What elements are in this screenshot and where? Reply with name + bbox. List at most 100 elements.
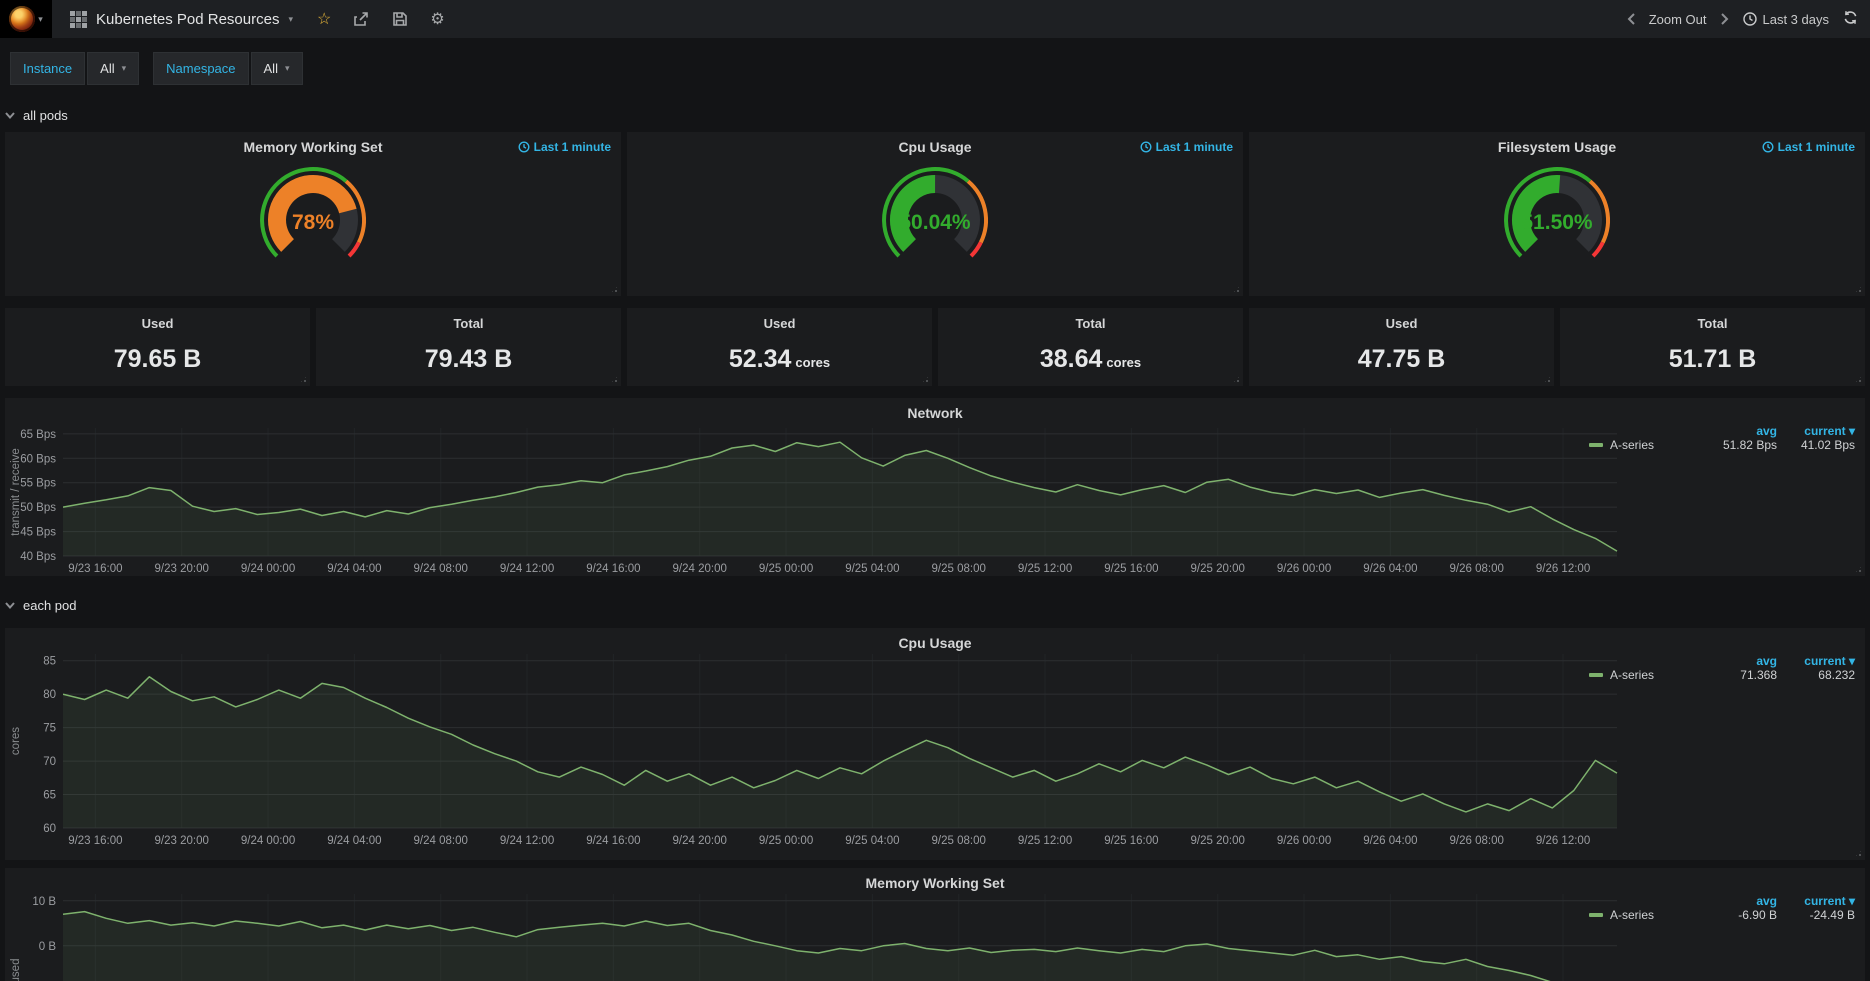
x-axis-tick-label: 9/23 16:00: [68, 563, 122, 575]
graph-legend: avgcurrent ▾A-series71.36868.232: [1589, 654, 1855, 682]
zoom-out-button[interactable]: Zoom Out: [1649, 12, 1707, 27]
stat-unit: cores: [795, 355, 830, 370]
gauge-chart: 78%: [246, 164, 380, 270]
chevron-down-icon: [5, 602, 15, 609]
panel-stat-used-2: Used52.34cores: [627, 308, 932, 386]
panel-title[interactable]: Total: [1560, 316, 1865, 331]
legend-series-toggle[interactable]: A-series: [1589, 438, 1699, 452]
y-axis-tick-label: 60 Bps: [20, 453, 56, 465]
variable-label-instance[interactable]: Instance: [10, 52, 85, 85]
star-icon[interactable]: ☆: [317, 9, 331, 29]
time-range-picker[interactable]: Last 3 days: [1743, 12, 1830, 27]
gear-icon[interactable]: ⚙: [430, 9, 444, 29]
variable-label-namespace[interactable]: Namespace: [153, 52, 248, 85]
x-axis-tick-label: 9/26 04:00: [1363, 835, 1417, 847]
variable-value-dropdown[interactable]: All▾: [251, 52, 303, 85]
x-axis-tick-label: 9/24 20:00: [673, 563, 727, 575]
panel-resize-handle[interactable]: [299, 375, 308, 384]
refresh-icon[interactable]: [1843, 10, 1858, 28]
stat-unit: cores: [1106, 355, 1141, 370]
clock-icon: [1743, 12, 1757, 26]
dashboard-grid-icon: [70, 11, 87, 28]
legend-avg-value: -6.90 B: [1699, 908, 1777, 922]
stat-number: 51.71 B: [1669, 345, 1757, 373]
gauge-chart: 50.04%: [868, 164, 1002, 270]
share-icon[interactable]: [353, 11, 370, 27]
y-axis-tick-label: 45 Bps: [20, 527, 56, 539]
panel-title[interactable]: Used: [1249, 316, 1554, 331]
series-color-swatch-icon: [1589, 443, 1603, 447]
clock-icon: [1762, 141, 1774, 153]
chevron-down-icon: ▾: [38, 14, 43, 25]
y-axis-tick-label: 65 Bps: [20, 429, 56, 441]
variable-instance: InstanceAll▾: [10, 52, 139, 85]
legend-sort-current[interactable]: current ▾: [1777, 424, 1855, 438]
x-axis-tick-label: 9/25 16:00: [1104, 563, 1158, 575]
dashboard-title-dropdown[interactable]: Kubernetes Pod Resources ▾: [52, 0, 307, 38]
y-axis-tick-label: 65: [43, 790, 56, 802]
x-axis-tick-label: 9/25 08:00: [932, 563, 986, 575]
legend-sort-avg[interactable]: avg: [1699, 654, 1777, 668]
graph-canvas: 9/23 16:009/23 20:009/24 00:009/24 04:00…: [5, 398, 1865, 576]
y-axis-tick-label: 50 Bps: [20, 502, 56, 514]
zoom-out-right-chevron[interactable]: [1721, 13, 1729, 25]
stat-value: 38.64cores: [938, 345, 1243, 374]
panel-gauge-2: Filesystem UsageLast 1 minute51.50%: [1249, 132, 1865, 296]
panel-resize-handle[interactable]: [1232, 285, 1241, 294]
panel-resize-handle[interactable]: [610, 285, 619, 294]
grafana-logo-icon: [9, 6, 35, 32]
panel-resize-handle[interactable]: [1543, 375, 1552, 384]
x-axis-tick-label: 9/24 00:00: [241, 563, 295, 575]
legend-series-row: A-series51.82 Bps41.02 Bps: [1589, 438, 1855, 452]
legend-sort-avg[interactable]: avg: [1699, 894, 1777, 908]
panel-title[interactable]: Used: [5, 316, 310, 331]
legend-avg-value: 71.368: [1699, 668, 1777, 682]
variable-value-dropdown[interactable]: All▾: [87, 52, 139, 85]
legend-sort-avg[interactable]: avg: [1699, 424, 1777, 438]
x-axis-tick-label: 9/24 20:00: [673, 835, 727, 847]
stat-number: 38.64: [1040, 345, 1103, 373]
panel-resize-handle[interactable]: [1854, 285, 1863, 294]
x-axis-tick-label: 9/24 04:00: [327, 563, 381, 575]
x-axis-tick-label: 9/25 08:00: [932, 835, 986, 847]
series-color-swatch-icon: [1589, 913, 1603, 917]
x-axis-tick-label: 9/24 04:00: [327, 835, 381, 847]
legend-series-row: A-series-6.90 B-24.49 B: [1589, 908, 1855, 922]
panel-title[interactable]: Total: [938, 316, 1243, 331]
legend-series-toggle[interactable]: A-series: [1589, 668, 1699, 682]
stat-panels-row: Used79.65 BTotal79.43 BUsed52.34coresTot…: [5, 308, 1865, 386]
grafana-menu-button[interactable]: ▾: [0, 0, 52, 38]
panel-title[interactable]: Used: [627, 316, 932, 331]
x-axis-tick-label: 9/24 16:00: [586, 835, 640, 847]
panel-resize-handle[interactable]: [610, 375, 619, 384]
row-header-all-pods[interactable]: all pods: [5, 98, 1865, 132]
legend-series-toggle[interactable]: A-series: [1589, 908, 1699, 922]
legend-avg-value: 51.82 Bps: [1699, 438, 1777, 452]
gauge-value: 50.04%: [899, 211, 971, 234]
x-axis-tick-label: 9/24 08:00: [414, 563, 468, 575]
series-color-swatch-icon: [1589, 673, 1603, 677]
stat-value: 79.43 B: [316, 345, 621, 374]
y-axis-tick-label: 75: [43, 723, 56, 735]
panel-resize-handle[interactable]: [921, 375, 930, 384]
graph-canvas: 9/23 16:009/23 20:009/24 00:009/24 04:00…: [5, 868, 1865, 981]
variable-selected-value: All: [264, 61, 278, 76]
panel-title[interactable]: Total: [316, 316, 621, 331]
zoom-out-left-chevron[interactable]: [1627, 13, 1635, 25]
panel-stat-total-3: Total 38.64cores: [938, 308, 1243, 386]
y-axis-tick-label: 70: [43, 756, 56, 768]
legend-current-value: -24.49 B: [1777, 908, 1855, 922]
y-axis-tick-label: 60: [43, 823, 56, 835]
panel-resize-handle[interactable]: [1854, 375, 1863, 384]
gauge-value: 78%: [292, 211, 334, 234]
panel-resize-handle[interactable]: [1232, 375, 1241, 384]
legend-series-row: A-series71.36868.232: [1589, 668, 1855, 682]
x-axis-tick-label: 9/25 16:00: [1104, 835, 1158, 847]
legend-sort-current[interactable]: current ▾: [1777, 894, 1855, 908]
x-axis-tick-label: 9/26 04:00: [1363, 563, 1417, 575]
save-icon[interactable]: [392, 11, 408, 27]
row-header-each-pod[interactable]: each pod: [5, 582, 1865, 628]
legend-sort-current[interactable]: current ▾: [1777, 654, 1855, 668]
x-axis-tick-label: 9/24 16:00: [586, 563, 640, 575]
stat-value: 79.65 B: [5, 345, 310, 374]
